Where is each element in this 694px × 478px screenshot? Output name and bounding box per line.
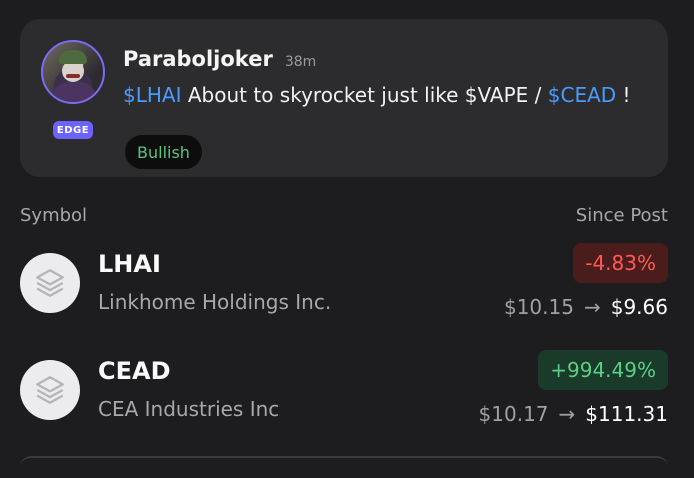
- company-name: Linkhome Holdings Inc.: [98, 290, 332, 314]
- layers-icon: [20, 253, 80, 313]
- avatar-hair: [59, 50, 87, 64]
- price-change: $10.17 → $111.31: [479, 402, 668, 426]
- current-price: $9.66: [610, 295, 668, 319]
- arrow-right-icon: →: [583, 295, 601, 319]
- symbol-row-cead[interactable]: CEAD CEA Industries Inc +994.49% $10.17 …: [0, 350, 694, 452]
- layers-icon: [20, 360, 80, 420]
- cashtag-link-cead[interactable]: $CEAD: [548, 83, 616, 107]
- avatar-mouth: [66, 74, 80, 78]
- post-text-end: !: [616, 83, 631, 107]
- price-change: $10.15 → $9.66: [504, 295, 668, 319]
- post-body: $LHAI About to skyrocket just like $VAPE…: [123, 83, 631, 107]
- username[interactable]: Paraboljoker: [123, 47, 273, 71]
- column-header-since-post: Since Post: [575, 205, 668, 226]
- post-card[interactable]: EDGE Paraboljoker 38m $LHAI About to sky…: [20, 19, 668, 177]
- edge-badge: EDGE: [53, 121, 93, 139]
- next-card-edge: [20, 456, 668, 478]
- post-header: Paraboljoker 38m: [123, 47, 316, 71]
- avatar-coat: [51, 82, 97, 102]
- post-timestamp: 38m: [284, 54, 317, 70]
- current-price: $111.31: [585, 402, 668, 426]
- avatar[interactable]: [41, 40, 105, 104]
- change-badge: -4.83%: [573, 243, 668, 283]
- ticker-symbol: LHAI: [98, 250, 161, 278]
- avatar-container[interactable]: EDGE: [41, 40, 105, 139]
- column-header-symbol: Symbol: [20, 205, 88, 226]
- company-name: CEA Industries Inc: [98, 397, 280, 421]
- sentiment-badge: Bullish: [125, 135, 202, 169]
- symbol-row-lhai[interactable]: LHAI Linkhome Holdings Inc. -4.83% $10.1…: [0, 243, 694, 345]
- change-badge: +994.49%: [538, 350, 668, 390]
- arrow-right-icon: →: [558, 402, 576, 426]
- price-at-post: $10.15: [503, 295, 574, 319]
- ticker-symbol: CEAD: [98, 357, 171, 385]
- price-at-post: $10.17: [478, 402, 549, 426]
- post-text: About to skyrocket just like $VAPE /: [181, 83, 548, 107]
- cashtag-link-lhai[interactable]: $LHAI: [123, 83, 182, 107]
